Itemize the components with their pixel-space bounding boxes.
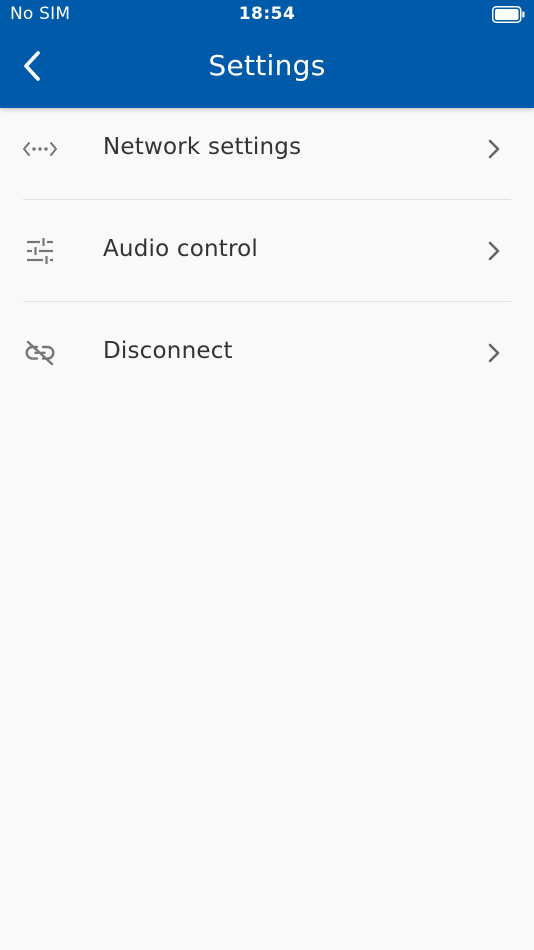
chevron-right-icon: [484, 239, 504, 263]
navigation-bar: Settings: [0, 30, 534, 108]
battery-full-icon: [492, 6, 525, 23]
status-bar: No SIM 18:54: [0, 0, 534, 30]
settings-list: Network settings Audio control Disconnec…: [0, 98, 534, 404]
settings-item-network[interactable]: Network settings: [0, 98, 534, 200]
settings-item-label: Network settings: [103, 134, 302, 160]
settings-item-audio-control[interactable]: Audio control: [0, 200, 534, 302]
network-code-icon: [22, 133, 58, 165]
app-header: No SIM 18:54 Settings: [0, 0, 534, 108]
sliders-icon: [22, 235, 58, 267]
chevron-right-icon: [484, 137, 504, 161]
chevron-right-icon: [484, 341, 504, 365]
settings-item-label: Disconnect: [103, 338, 233, 364]
link-off-icon: [22, 337, 58, 369]
settings-item-disconnect[interactable]: Disconnect: [0, 302, 534, 404]
settings-item-label: Audio control: [103, 236, 259, 262]
status-time: 18:54: [238, 4, 296, 24]
page-title: Settings: [208, 49, 326, 82]
